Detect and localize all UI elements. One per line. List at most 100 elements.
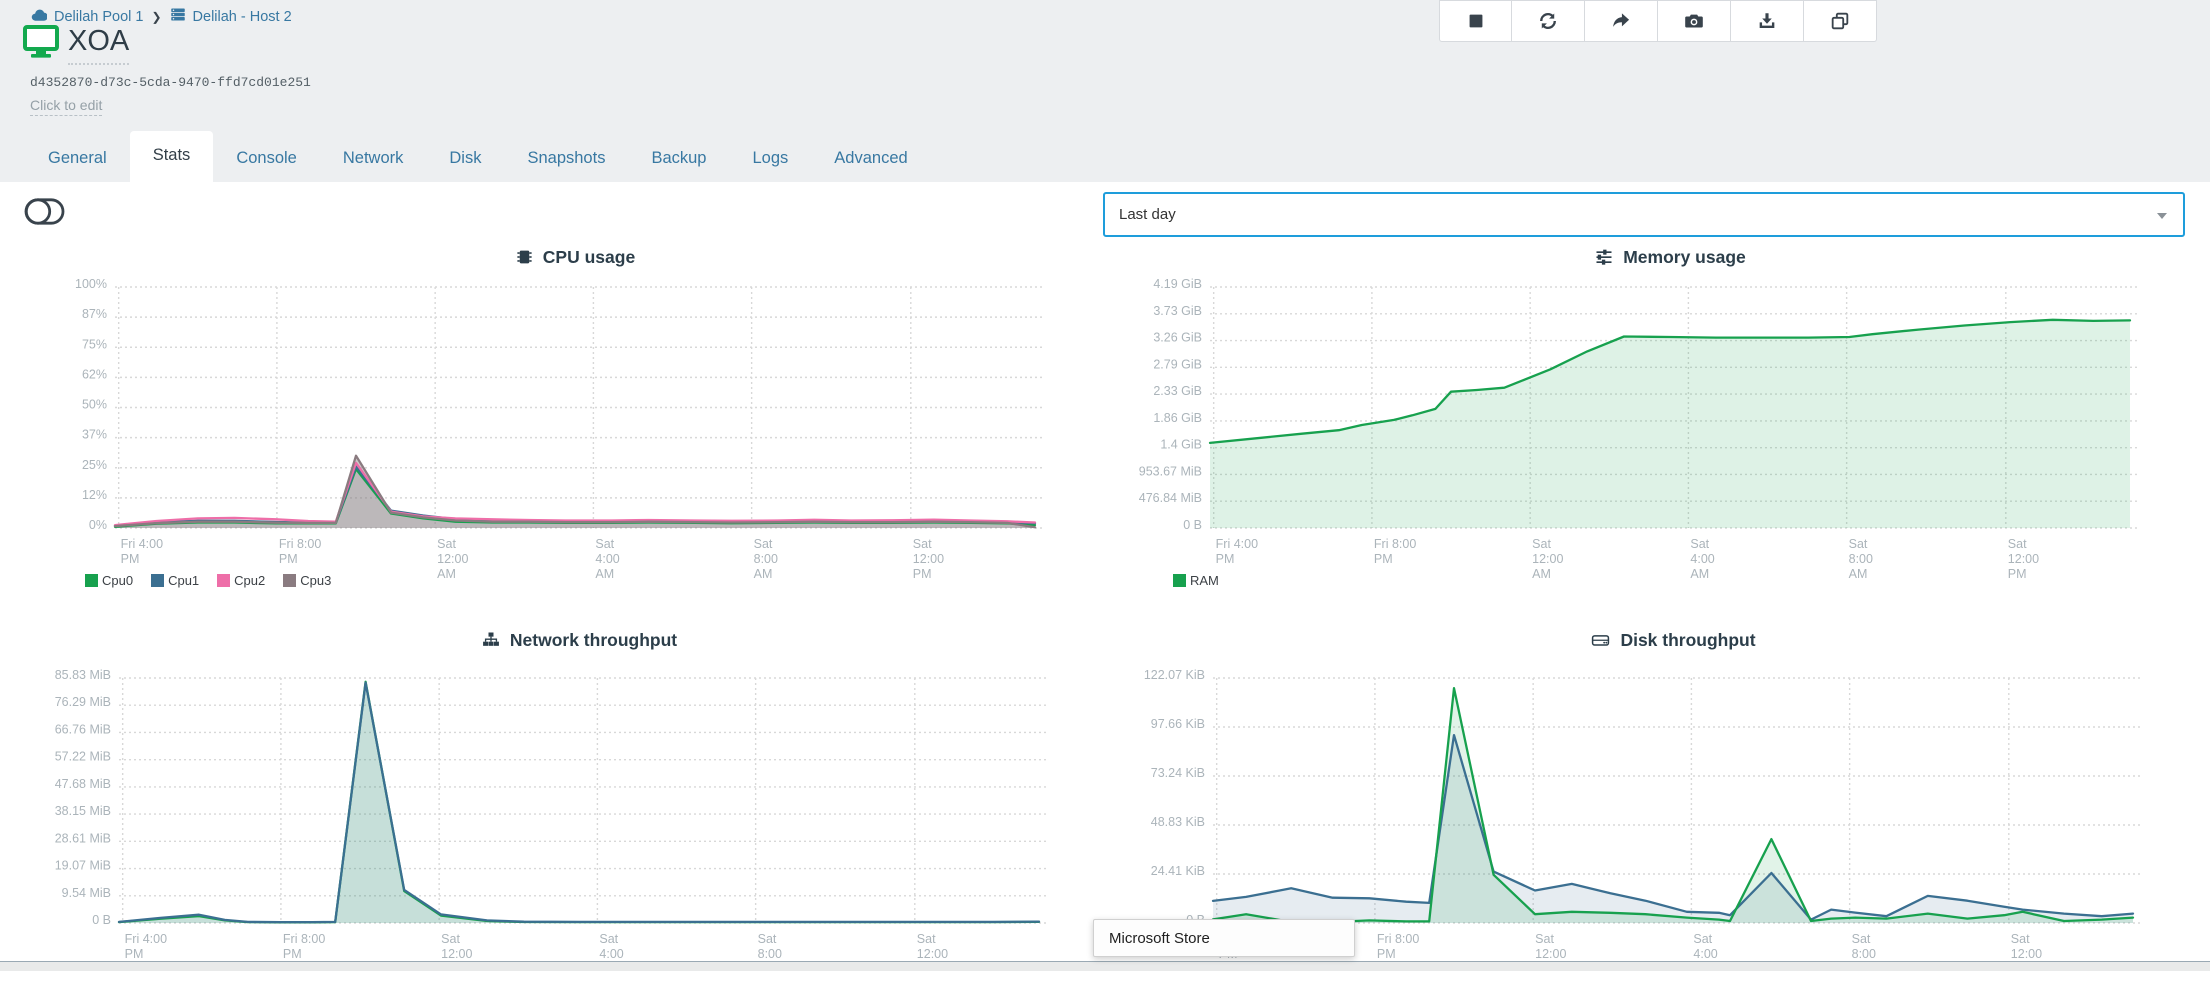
svg-text:PM: PM	[279, 552, 298, 566]
svg-text:8:00: 8:00	[1852, 947, 1876, 961]
legend-item-cpu0: Cpu0	[85, 573, 133, 588]
svg-text:Fri 8:00: Fri 8:00	[283, 932, 325, 946]
svg-text:Fri 4:00: Fri 4:00	[125, 932, 167, 946]
cpu-legend: Cpu0Cpu1Cpu2Cpu3	[85, 573, 331, 588]
svg-text:Sat: Sat	[2011, 932, 2030, 946]
tab-disk[interactable]: Disk	[426, 134, 504, 182]
legend-item-cpu3: Cpu3	[283, 573, 331, 588]
svg-text:PM: PM	[125, 947, 144, 961]
svg-text:24.41 KiB: 24.41 KiB	[1151, 864, 1205, 878]
svg-text:38.15 MiB: 38.15 MiB	[55, 804, 111, 818]
svg-text:122.07 KiB: 122.07 KiB	[1144, 668, 1205, 682]
svg-text:19.07 MiB: 19.07 MiB	[55, 859, 111, 873]
disk-chart-title: Disk throughput	[1213, 626, 2133, 654]
svg-text:PM: PM	[1216, 552, 1235, 566]
svg-text:75%: 75%	[82, 337, 107, 351]
svg-text:12:00: 12:00	[913, 552, 944, 566]
vm-monitor-icon	[22, 24, 60, 65]
network-throughput-chart: Network throughput 0 B9.54 MiB19.07 MiB2…	[25, 626, 1080, 1001]
svg-text:AM: AM	[1849, 567, 1868, 581]
breadcrumb-pool-link[interactable]: Delilah Pool 1	[54, 9, 143, 25]
svg-text:62%: 62%	[82, 367, 107, 381]
svg-text:8:00: 8:00	[754, 552, 778, 566]
sitemap-icon	[481, 630, 501, 650]
network-throughput-plot: 0 B9.54 MiB19.07 MiB28.61 MiB38.15 MiB47…	[25, 654, 1080, 971]
svg-text:0 B: 0 B	[92, 913, 111, 927]
svg-text:37%: 37%	[82, 428, 107, 442]
stop-icon	[1465, 10, 1487, 32]
tab-backup[interactable]: Backup	[628, 134, 729, 182]
vm-uuid: d4352870-d73c-5cda-9470-ffd7cd01e251	[30, 75, 311, 90]
cpu-chart-title: CPU usage	[115, 243, 1035, 271]
chevron-right-icon: ❯	[151, 10, 161, 24]
tab-snapshots[interactable]: Snapshots	[504, 134, 628, 182]
svg-text:4:00: 4:00	[1693, 947, 1717, 961]
legend-swatch	[151, 574, 164, 587]
svg-text:1.86 GiB: 1.86 GiB	[1153, 411, 1202, 425]
svg-text:87%: 87%	[82, 307, 107, 321]
share-arrow-icon	[1610, 10, 1632, 32]
svg-text:AM: AM	[595, 567, 614, 581]
legend-item-cpu2: Cpu2	[217, 573, 265, 588]
tab-advanced[interactable]: Advanced	[811, 134, 930, 182]
refresh-button[interactable]	[1512, 0, 1585, 42]
svg-text:47.68 MiB: 47.68 MiB	[55, 777, 111, 791]
svg-text:Sat: Sat	[1849, 537, 1868, 551]
legend-swatch	[217, 574, 230, 587]
svg-text:Sat: Sat	[1535, 932, 1554, 946]
svg-text:3.73 GiB: 3.73 GiB	[1153, 304, 1202, 318]
svg-text:Fri 4:00: Fri 4:00	[1216, 537, 1258, 551]
toggle-off-icon	[24, 213, 65, 230]
sliders-icon	[1594, 247, 1614, 267]
taskbar-tooltip: Microsoft Store	[1093, 919, 1355, 957]
svg-text:Fri 8:00: Fri 8:00	[279, 537, 321, 551]
tab-stats[interactable]: Stats	[130, 131, 214, 182]
svg-text:Sat: Sat	[758, 932, 777, 946]
svg-text:Fri 4:00: Fri 4:00	[121, 537, 163, 551]
svg-text:9.54 MiB: 9.54 MiB	[62, 886, 111, 900]
copy-button[interactable]	[1804, 0, 1877, 42]
tab-general[interactable]: General	[25, 134, 130, 182]
memory-usage-plot: 0 B476.84 MiB953.67 MiB1.4 GiB1.86 GiB2.…	[1105, 271, 2185, 586]
svg-text:Sat: Sat	[1693, 932, 1712, 946]
svg-text:50%: 50%	[82, 398, 107, 412]
memory-usage-chart: Memory usage 0 B476.84 MiB953.67 MiB1.4 …	[1105, 243, 2185, 616]
chevron-down-icon	[2157, 213, 2167, 219]
tab-network[interactable]: Network	[320, 134, 427, 182]
svg-text:AM: AM	[754, 567, 773, 581]
svg-text:1.4 GiB: 1.4 GiB	[1160, 438, 1202, 452]
stop-button[interactable]	[1439, 0, 1512, 42]
legend-swatch	[283, 574, 296, 587]
migrate-button[interactable]	[1585, 0, 1658, 42]
svg-text:4:00: 4:00	[595, 552, 619, 566]
svg-text:0%: 0%	[89, 518, 107, 532]
svg-text:12:00: 12:00	[441, 947, 472, 961]
click-to-edit[interactable]: Click to edit	[30, 97, 102, 116]
svg-text:85.83 MiB: 85.83 MiB	[55, 668, 111, 682]
host-icon	[170, 7, 186, 26]
cloud-icon	[30, 8, 47, 26]
multi-chart-toggle[interactable]	[24, 197, 65, 231]
time-range-value: Last day	[1119, 206, 1176, 223]
time-range-select[interactable]: Last day	[1103, 192, 2185, 237]
svg-text:66.76 MiB: 66.76 MiB	[55, 722, 111, 736]
vm-name[interactable]: XOA	[68, 24, 129, 65]
svg-text:12:00: 12:00	[2008, 552, 2039, 566]
svg-text:Sat: Sat	[917, 932, 936, 946]
breadcrumb-host-link[interactable]: Delilah - Host 2	[193, 9, 292, 25]
tab-console[interactable]: Console	[213, 134, 320, 182]
legend-item-ram: RAM	[1173, 573, 1219, 588]
svg-text:AM: AM	[1690, 567, 1709, 581]
svg-text:Sat: Sat	[754, 537, 773, 551]
svg-text:12:00: 12:00	[917, 947, 948, 961]
snapshot-button[interactable]	[1658, 0, 1731, 42]
tab-bar: GeneralStatsConsoleNetworkDiskSnapshotsB…	[25, 134, 931, 182]
svg-text:AM: AM	[1532, 567, 1551, 581]
svg-text:57.22 MiB: 57.22 MiB	[55, 750, 111, 764]
tab-logs[interactable]: Logs	[730, 134, 812, 182]
export-button[interactable]	[1731, 0, 1804, 42]
svg-text:Fri 8:00: Fri 8:00	[1374, 537, 1416, 551]
svg-text:Fri 8:00: Fri 8:00	[1377, 932, 1419, 946]
svg-text:PM: PM	[1377, 947, 1396, 961]
svg-text:Sat: Sat	[1532, 537, 1551, 551]
